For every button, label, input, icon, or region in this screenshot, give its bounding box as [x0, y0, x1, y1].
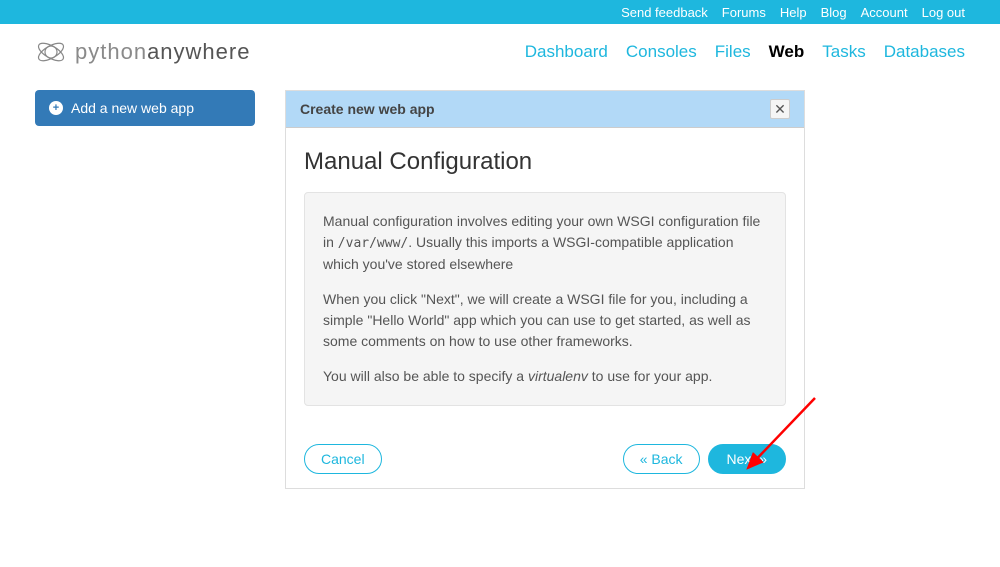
topbar-link-help[interactable]: Help — [780, 5, 807, 20]
nav-files[interactable]: Files — [715, 42, 751, 62]
topbar-link-forums[interactable]: Forums — [722, 5, 766, 20]
wizard-header-title: Create new web app — [300, 101, 435, 117]
close-button[interactable]: ✕ — [770, 99, 790, 119]
nav-tasks[interactable]: Tasks — [822, 42, 865, 62]
wizard-title: Manual Configuration — [304, 148, 786, 176]
topbar-link-logout[interactable]: Log out — [922, 5, 965, 20]
topbar: Send feedback Forums Help Blog Account L… — [0, 0, 1000, 24]
plus-icon: + — [49, 101, 63, 115]
wizard-para-1: Manual configuration involves editing yo… — [323, 211, 767, 275]
logo-icon — [35, 36, 67, 68]
close-icon: ✕ — [774, 102, 786, 116]
nav-web[interactable]: Web — [769, 42, 805, 62]
main-nav: Dashboard Consoles Files Web Tasks Datab… — [525, 42, 965, 62]
next-button[interactable]: Next » — [708, 444, 786, 474]
topbar-link-account[interactable]: Account — [861, 5, 908, 20]
nav-databases[interactable]: Databases — [884, 42, 965, 62]
add-web-app-button[interactable]: + Add a new web app — [35, 90, 255, 126]
back-button[interactable]: « Back — [623, 444, 700, 474]
topbar-link-blog[interactable]: Blog — [821, 5, 847, 20]
wizard-panel: Create new web app ✕ Manual Configuratio… — [285, 90, 805, 489]
cancel-button[interactable]: Cancel — [304, 444, 382, 474]
topbar-link-feedback[interactable]: Send feedback — [621, 5, 708, 20]
wizard-header: Create new web app ✕ — [286, 91, 804, 128]
wizard-footer: Cancel « Back Next » — [304, 424, 786, 474]
add-web-app-label: Add a new web app — [71, 100, 194, 116]
header: pythonanywhere Dashboard Consoles Files … — [0, 24, 1000, 80]
wizard-para-3: You will also be able to specify a virtu… — [323, 366, 767, 387]
main-container: + Add a new web app Create new web app ✕… — [0, 80, 1000, 499]
nav-dashboard[interactable]: Dashboard — [525, 42, 608, 62]
logo[interactable]: pythonanywhere — [35, 36, 250, 68]
sidebar: + Add a new web app — [35, 90, 255, 489]
nav-consoles[interactable]: Consoles — [626, 42, 697, 62]
wizard-para-2: When you click "Next", we will create a … — [323, 289, 767, 352]
info-well: Manual configuration involves editing yo… — [304, 192, 786, 406]
wizard-body: Manual Configuration Manual configuratio… — [286, 128, 804, 488]
logo-text: pythonanywhere — [75, 39, 250, 65]
